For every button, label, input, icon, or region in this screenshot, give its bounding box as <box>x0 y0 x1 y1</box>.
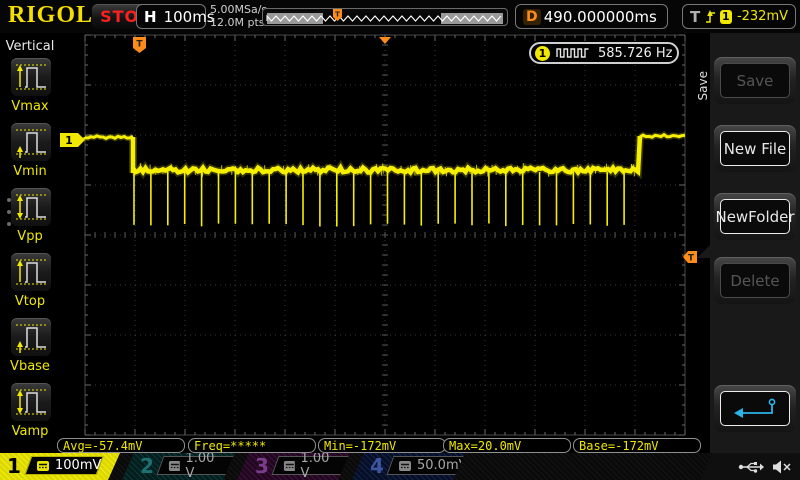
delay-label: D <box>523 8 541 25</box>
rising-edge-icon <box>706 10 715 23</box>
measure-item-vmax-label: Vmax <box>11 99 49 114</box>
waveform-overview-bar[interactable]: T <box>262 8 508 26</box>
graticule-and-waveform: 1 T T <box>60 34 697 436</box>
softkey-new-file-button[interactable]: New File <box>714 125 796 172</box>
softkey-return-button[interactable] <box>714 385 796 432</box>
measure-item-vmin-button[interactable] <box>11 123 51 161</box>
measure-item-vtop-label: Vtop <box>14 294 46 309</box>
rigol-logo: RIGOL <box>8 2 94 28</box>
timebase-value: 100ms <box>163 7 215 26</box>
vpp-icon <box>16 194 47 220</box>
channel-4-badge[interactable]: 4 50.0mV <box>352 453 465 480</box>
waveform-overview-graphic: T <box>266 9 503 24</box>
channel-scale-value: 1.00 V <box>185 450 215 480</box>
right-soft-menu: Save New File NewFolder Delete <box>697 33 800 453</box>
menu-notch <box>697 245 710 258</box>
measurement-readout-min: Min=-172mV <box>318 438 446 453</box>
trigger-source-badge: 1 <box>719 9 732 24</box>
measurement-results-bar: Avg=-57.4mV Freq=***** Min=-172mV Max=20.0m… <box>0 437 800 453</box>
measurement-readout-max: Max=20.0mV <box>443 438 571 453</box>
softkey-label: New File <box>720 131 790 166</box>
channel-status-bar: 1 100mV 2 1.00 V 3 1.00 V 4 50.0mV <box>0 453 800 480</box>
measure-item-vbase-label: Vbase <box>10 359 50 374</box>
trigger-level-value: -232mV <box>736 9 788 24</box>
speaker-muted-icon <box>773 460 791 473</box>
horizontal-label: H <box>144 7 157 26</box>
measure-item-vmax-button[interactable] <box>11 58 51 96</box>
softkey-label: Save <box>720 63 790 98</box>
sample-rate: 5.00MSa/s <box>210 3 268 16</box>
dc-coupling-icon <box>169 461 180 471</box>
measurement-readout-avg: Avg=-57.4mV <box>57 438 185 453</box>
trigger-label: T <box>690 7 701 26</box>
horizontal-timebase-box[interactable]: H 100ms <box>136 4 215 29</box>
measurement-readout-base: Base=-172mV <box>573 438 701 453</box>
square-wave-icon <box>556 48 589 58</box>
svg-text:1: 1 <box>65 134 73 147</box>
svg-text:T: T <box>335 11 340 19</box>
menu-tab-label: Save <box>696 71 710 101</box>
measure-item-vpp-button[interactable] <box>11 188 51 226</box>
ch1-level-marker: 1 <box>60 133 85 147</box>
vmin-icon <box>16 129 47 158</box>
channel-number: 2 <box>140 454 154 478</box>
memory-depth: 12.0M pts <box>210 16 265 29</box>
measure-item-vbase-button[interactable] <box>11 318 51 356</box>
measurement-readout-freq: Freq=***** <box>188 438 316 453</box>
menu-tab-strip: Save <box>696 33 710 453</box>
return-arrow-icon <box>734 398 776 418</box>
softkey-delete-button[interactable]: Delete <box>714 257 796 304</box>
oscilloscope-screen: RIGOL STOP H 100ms 5.00MSa/s 12.0M pts T… <box>0 0 800 480</box>
delay-value: 490.000000ms <box>543 7 657 26</box>
softkey-save-button[interactable]: Save <box>714 57 796 104</box>
vmax-icon <box>16 64 47 90</box>
softkey-newfolder-button[interactable]: NewFolder <box>714 193 796 240</box>
frequency-counter-badge: 1 585.726 Hz <box>529 42 679 64</box>
trigger-delay-box[interactable]: D 490.000000ms <box>515 4 668 29</box>
channel-number: 4 <box>370 454 384 478</box>
center-marker <box>379 37 391 44</box>
channel-scale-value: 1.00 V <box>300 450 330 480</box>
channel-number: 1 <box>7 454 21 478</box>
dc-coupling-icon <box>37 460 49 471</box>
measure-item-vtop-button[interactable] <box>11 253 51 291</box>
measure-item-vamp-button[interactable] <box>11 383 51 421</box>
counter-frequency-value: 585.726 Hz <box>598 45 673 61</box>
acquisition-info: 5.00MSa/s 12.0M pts <box>210 3 267 29</box>
dc-coupling-icon <box>399 461 411 471</box>
channel-scale-value: 100mV <box>55 458 102 473</box>
trigger-info-box[interactable]: T 1 -232mV <box>682 4 796 29</box>
waveform-display: 1 T T 1 585.726 Hz <box>60 33 697 437</box>
vbase-icon <box>16 324 47 353</box>
channel-3-badge[interactable]: 3 1.00 V <box>237 453 350 480</box>
channel-2-badge[interactable]: 2 1.00 V <box>122 453 235 480</box>
measure-menu-title: Vertical <box>5 39 55 54</box>
left-measure-menu: Vertical Vmax Vmin Vpp Vtop Vbase Vamp <box>0 33 60 453</box>
measure-item-vpp-label: Vpp <box>17 229 43 244</box>
softkey-label: NewFolder <box>715 199 795 234</box>
measure-item-vmin-label: Vmin <box>13 164 47 179</box>
top-status-bar: RIGOL STOP H 100ms 5.00MSa/s 12.0M pts T… <box>0 0 800 34</box>
svg-text:T: T <box>136 40 143 50</box>
counter-channel-badge: 1 <box>535 45 550 61</box>
channel-1-badge[interactable]: 1 100mV <box>0 453 120 480</box>
vamp-icon <box>16 389 47 415</box>
system-status-panel <box>700 453 800 480</box>
softkey-label: Delete <box>720 263 790 298</box>
channel-number: 3 <box>255 454 269 478</box>
dc-coupling-icon <box>284 461 295 471</box>
usb-icon <box>738 461 764 473</box>
svg-text:T: T <box>688 254 695 264</box>
vtop-icon <box>16 259 47 285</box>
channel-scale-value: 50.0mV <box>417 458 468 473</box>
